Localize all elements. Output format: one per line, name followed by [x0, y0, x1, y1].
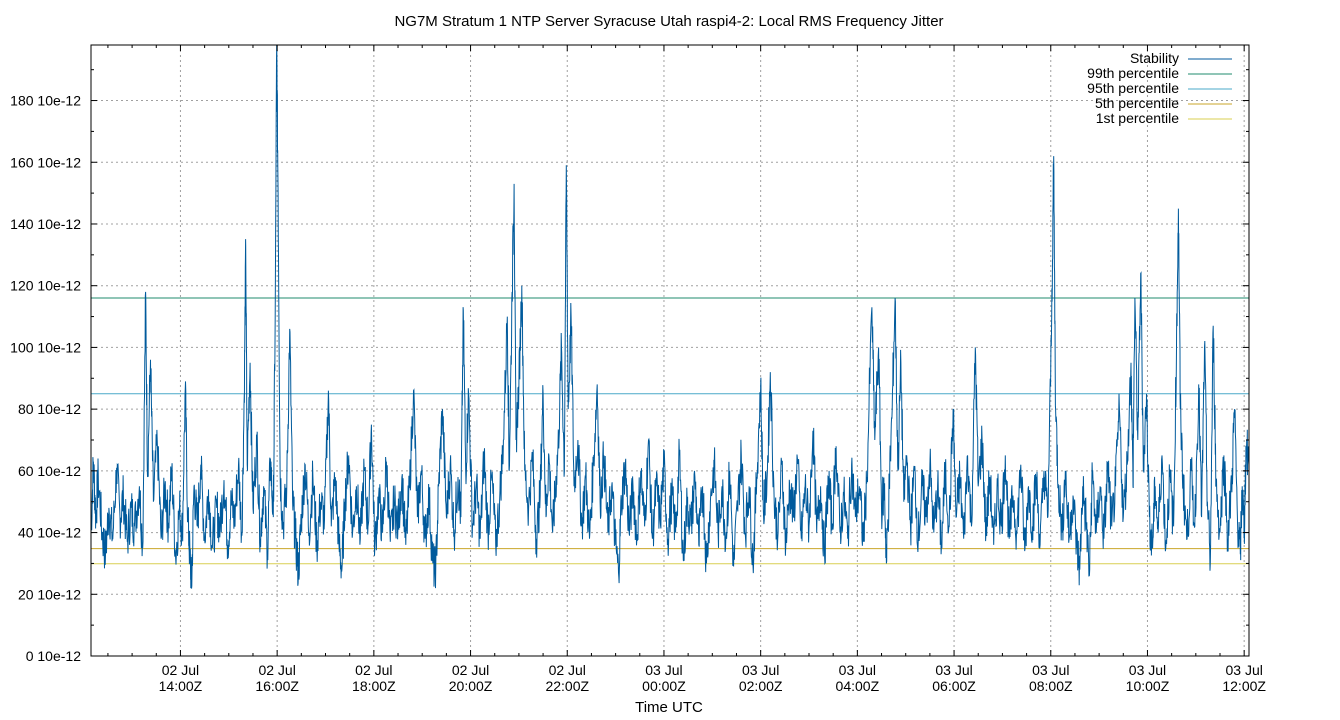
x-tick-date: 03 Jul — [1129, 662, 1166, 678]
x-tick-time: 16:00Z — [255, 678, 299, 694]
x-tick-time: 02:00Z — [739, 678, 783, 694]
x-tick-date: 03 Jul — [935, 662, 972, 678]
x-tick-time: 12:00Z — [1222, 678, 1266, 694]
y-tick-label: 20 10e-12 — [18, 586, 81, 602]
legend-label: 99th percentile — [1087, 65, 1179, 81]
legend-label: 95th percentile — [1087, 80, 1179, 96]
legend-label: Stability — [1130, 50, 1179, 66]
y-tick-label: 60 10e-12 — [18, 463, 81, 479]
y-tick-label: 180 10e-12 — [10, 93, 81, 109]
grid-layer — [91, 45, 1249, 656]
legend-label: 1st percentile — [1096, 110, 1179, 126]
series-line-stability — [90, 44, 1250, 589]
plot-frame — [90, 44, 1250, 657]
y-tick-label: 0 10e-12 — [26, 648, 81, 664]
x-tick-date: 02 Jul — [162, 662, 199, 678]
x-tick-date: 02 Jul — [452, 662, 489, 678]
x-tick-time: 18:00Z — [352, 678, 396, 694]
x-tick-time: 14:00Z — [159, 678, 203, 694]
x-tick-date: 03 Jul — [742, 662, 779, 678]
x-tick-time: 10:00Z — [1126, 678, 1170, 694]
x-tick-date: 02 Jul — [549, 662, 586, 678]
y-tick-label: 120 10e-12 — [10, 278, 81, 294]
x-tick-time: 06:00Z — [932, 678, 976, 694]
tick-layer — [91, 45, 1249, 657]
y-tick-label: 140 10e-12 — [10, 216, 81, 232]
series-layer — [90, 44, 1250, 589]
x-tick-time: 20:00Z — [449, 678, 493, 694]
legend: Stability99th percentile95th percentile5… — [1087, 50, 1232, 126]
x-axis-label: Time UTC — [635, 699, 703, 716]
x-tick-date: 02 Jul — [258, 662, 295, 678]
x-tick-date: 02 Jul — [355, 662, 392, 678]
y-tick-label: 40 10e-12 — [18, 525, 81, 541]
x-tick-date: 03 Jul — [839, 662, 876, 678]
y-tick-label: 160 10e-12 — [10, 154, 81, 170]
x-tick-date: 03 Jul — [1225, 662, 1262, 678]
x-tick-date: 03 Jul — [1032, 662, 1069, 678]
y-tick-label: 80 10e-12 — [18, 401, 81, 417]
x-tick-labels: 02 Jul14:00Z02 Jul16:00Z02 Jul18:00Z02 J… — [159, 662, 1267, 694]
x-tick-time: 04:00Z — [836, 678, 880, 694]
chart-title: NG7M Stratum 1 NTP Server Syracuse Utah … — [394, 13, 943, 30]
x-tick-time: 00:00Z — [642, 678, 686, 694]
x-tick-time: 08:00Z — [1029, 678, 1073, 694]
chart-svg: NG7M Stratum 1 NTP Server Syracuse Utah … — [10, 13, 1267, 716]
y-tick-label: 100 10e-12 — [10, 339, 81, 355]
y-tick-labels: 0 10e-12 20 10e-12 40 10e-12 60 10e-12 80 10… — [10, 93, 81, 664]
x-tick-time: 22:00Z — [545, 678, 589, 694]
x-tick-date: 03 Jul — [645, 662, 682, 678]
legend-label: 5th percentile — [1095, 95, 1179, 111]
